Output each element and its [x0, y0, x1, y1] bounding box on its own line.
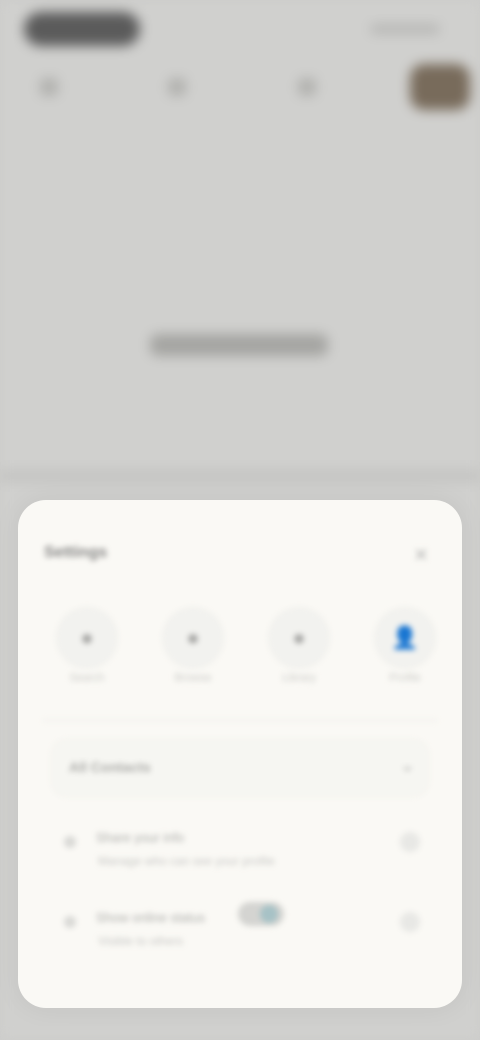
- online-status-toggle[interactable]: [238, 902, 284, 926]
- option-row-share[interactable]: Share your info Manage who can see your …: [52, 818, 432, 890]
- option-row-online[interactable]: Show online status Visible to others: [52, 898, 432, 970]
- shortcut-label: Browse: [174, 672, 212, 684]
- option-trailing-indicator: [400, 912, 420, 932]
- chevron-down-icon: ⌄: [399, 755, 415, 775]
- sheet-header: Settings ✕: [42, 540, 438, 570]
- shortcut-icon-wrap: ●: [57, 608, 117, 668]
- avatar: [410, 64, 470, 110]
- option-subtitle: Manage who can see your profile: [98, 854, 275, 868]
- select-value: All Contacts: [69, 759, 151, 775]
- shortcut-library[interactable]: ● Library: [258, 608, 340, 690]
- shortcut-icon-wrap: ●: [269, 608, 329, 668]
- shortcut-label: Library: [282, 672, 316, 684]
- nav-icon-left: [40, 78, 58, 96]
- option-dot: [64, 836, 76, 848]
- bottom-sheet: Settings ✕ ● Search ● Browse ● Library 👤…: [18, 500, 462, 1008]
- nav-icon-right: [298, 78, 316, 96]
- center-heading: [150, 334, 328, 356]
- sheet-title: Settings: [44, 544, 108, 561]
- contact-filter-select[interactable]: All Contacts ⌄: [52, 740, 428, 796]
- shortcut-label: Search: [69, 672, 105, 684]
- person-icon: 👤: [391, 625, 419, 650]
- shortcut-browse[interactable]: ● Browse: [152, 608, 234, 690]
- status-pill: [24, 12, 140, 46]
- option-subtitle: Visible to others: [98, 934, 184, 948]
- close-button[interactable]: ✕: [408, 542, 434, 568]
- status-indicators: [370, 24, 440, 34]
- shortcut-search[interactable]: ● Search: [46, 608, 128, 690]
- shortcut-icon-wrap: ●: [163, 608, 223, 668]
- shortcut-row: ● Search ● Browse ● Library 👤 Profile: [46, 608, 450, 690]
- option-trailing-indicator: [400, 832, 420, 852]
- circle-icon: ●: [292, 625, 306, 650]
- shortcut-label: Profile: [389, 672, 421, 684]
- nav-icon-mid: [168, 78, 186, 96]
- circle-icon: ●: [80, 625, 94, 650]
- shortcut-profile[interactable]: 👤 Profile: [364, 608, 446, 690]
- circle-icon: ●: [186, 625, 200, 650]
- option-title: Show online status: [96, 910, 206, 925]
- option-title: Share your info: [96, 830, 185, 845]
- toggle-knob: [260, 905, 278, 923]
- background-bottom-bar: [0, 470, 480, 482]
- close-icon: ✕: [413, 545, 429, 565]
- divider: [42, 720, 438, 721]
- shortcut-icon-wrap: 👤: [375, 608, 435, 668]
- option-dot: [64, 916, 76, 928]
